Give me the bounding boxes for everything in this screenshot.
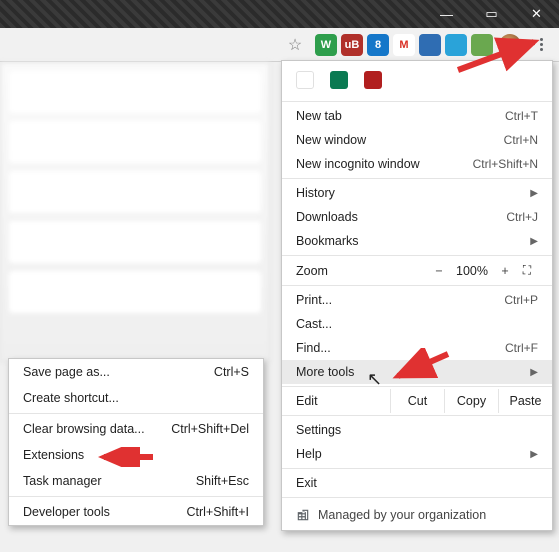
- menu-label: Help: [296, 447, 322, 461]
- zoom-percent: 100%: [450, 264, 494, 278]
- menu-find[interactable]: Find... Ctrl+F: [282, 336, 552, 360]
- menu-settings[interactable]: Settings: [282, 418, 552, 442]
- menu-label: Downloads: [296, 210, 358, 224]
- menu-label: Print...: [296, 293, 332, 307]
- menu-more-tools[interactable]: More tools ▶: [282, 360, 552, 384]
- ext-sec[interactable]: 8: [367, 34, 389, 56]
- menu-shortcut: Ctrl+Shift+I: [186, 505, 249, 519]
- window-close-button[interactable]: ✕: [514, 0, 559, 28]
- edit-cut-button[interactable]: Cut: [390, 389, 444, 413]
- menu-cast[interactable]: Cast...: [282, 312, 552, 336]
- app-green[interactable]: [330, 71, 348, 89]
- menu-help[interactable]: Help ▶: [282, 442, 552, 466]
- menu-label: Developer tools: [23, 505, 110, 519]
- menu-shortcut: Ctrl+S: [214, 365, 249, 379]
- ext-w[interactable]: W: [315, 34, 337, 56]
- menu-label: Settings: [296, 423, 341, 437]
- menu-apps-row: [282, 61, 552, 99]
- profile-avatar[interactable]: [499, 34, 521, 56]
- menu-shortcut: Ctrl+F: [505, 341, 538, 355]
- menu-new-window[interactable]: New window Ctrl+N: [282, 128, 552, 152]
- chrome-menu-button[interactable]: [529, 33, 553, 57]
- menu-new-incognito[interactable]: New incognito window Ctrl+Shift+N: [282, 152, 552, 176]
- menu-new-tab[interactable]: New tab Ctrl+T: [282, 104, 552, 128]
- menu-zoom-row: Zoom − 100% + ⛶: [282, 258, 552, 283]
- menu-label: Clear browsing data...: [23, 422, 145, 436]
- chevron-right-icon: ▶: [530, 449, 538, 460]
- submenu-clear-browsing-data[interactable]: Clear browsing data... Ctrl+Shift+Del: [9, 416, 263, 442]
- menu-label: Create shortcut...: [23, 391, 119, 405]
- menu-label: Save page as...: [23, 365, 110, 379]
- menu-label: Cast...: [296, 317, 332, 331]
- submenu-save-page[interactable]: Save page as... Ctrl+S: [9, 359, 263, 385]
- fullscreen-icon[interactable]: ⛶: [516, 263, 538, 278]
- menu-label: Task manager: [23, 474, 102, 488]
- menu-label: History: [296, 186, 335, 200]
- menu-print[interactable]: Print... Ctrl+P: [282, 288, 552, 312]
- chevron-right-icon: ▶: [530, 236, 538, 247]
- window-minimize-button[interactable]: —: [424, 0, 469, 28]
- menu-label: Extensions: [23, 448, 84, 462]
- menu-label: Managed by your organization: [318, 508, 486, 522]
- menu-edit-row: Edit Cut Copy Paste: [282, 389, 552, 413]
- menu-history[interactable]: History ▶: [282, 181, 552, 205]
- app-pdf[interactable]: [364, 71, 382, 89]
- menu-label: More tools: [296, 365, 354, 379]
- extension-icons: WuB8M: [313, 34, 495, 56]
- menu-label: New incognito window: [296, 157, 420, 171]
- menu-label: Edit: [296, 394, 390, 408]
- menu-shortcut: Ctrl+Shift+N: [473, 157, 538, 171]
- app-google[interactable]: [296, 71, 314, 89]
- cursor-icon: ↖: [367, 369, 382, 390]
- edit-copy-button[interactable]: Copy: [444, 389, 498, 413]
- window-maximize-button[interactable]: ▭: [469, 0, 514, 28]
- menu-label: Zoom: [296, 264, 428, 278]
- page-content-blurred: [0, 62, 270, 362]
- menu-downloads[interactable]: Downloads Ctrl+J: [282, 205, 552, 229]
- window-controls: — ▭ ✕: [424, 0, 559, 28]
- menu-exit[interactable]: Exit: [282, 471, 552, 495]
- ext-gmail[interactable]: M: [393, 34, 415, 56]
- menu-shortcut: Ctrl+T: [505, 109, 538, 123]
- zoom-in-button[interactable]: +: [494, 264, 516, 278]
- submenu-task-manager[interactable]: Task manager Shift+Esc: [9, 468, 263, 494]
- menu-shortcut: Ctrl+N: [504, 133, 538, 147]
- chrome-main-menu: New tab Ctrl+T New window Ctrl+N New inc…: [281, 60, 553, 531]
- menu-shortcut: Shift+Esc: [196, 474, 249, 488]
- menu-label: Bookmarks: [296, 234, 359, 248]
- menu-label: Find...: [296, 341, 331, 355]
- more-tools-submenu: Save page as... Ctrl+S Create shortcut..…: [8, 358, 264, 526]
- menu-label: New tab: [296, 109, 342, 123]
- submenu-developer-tools[interactable]: Developer tools Ctrl+Shift+I: [9, 499, 263, 525]
- menu-label: New window: [296, 133, 366, 147]
- ext-dots[interactable]: [471, 34, 493, 56]
- menu-shortcut: Ctrl+Shift+Del: [171, 422, 249, 436]
- zoom-out-button[interactable]: −: [428, 264, 450, 278]
- building-icon: [296, 508, 310, 522]
- browser-toolbar: ☆ WuB8M: [0, 28, 559, 62]
- ext-cloud[interactable]: [445, 34, 467, 56]
- ext-ublock[interactable]: uB: [341, 34, 363, 56]
- bookmark-star-icon[interactable]: ☆: [283, 33, 307, 57]
- edit-paste-button[interactable]: Paste: [498, 389, 552, 413]
- menu-managed-row[interactable]: Managed by your organization: [282, 500, 552, 530]
- ext-office[interactable]: [419, 34, 441, 56]
- menu-shortcut: Ctrl+J: [506, 210, 538, 224]
- menu-label: Exit: [296, 476, 317, 490]
- chevron-right-icon: ▶: [530, 188, 538, 199]
- menu-bookmarks[interactable]: Bookmarks ▶: [282, 229, 552, 253]
- menu-shortcut: Ctrl+P: [504, 293, 538, 307]
- submenu-extensions[interactable]: Extensions: [9, 442, 263, 468]
- chevron-right-icon: ▶: [530, 367, 538, 378]
- submenu-create-shortcut[interactable]: Create shortcut...: [9, 385, 263, 411]
